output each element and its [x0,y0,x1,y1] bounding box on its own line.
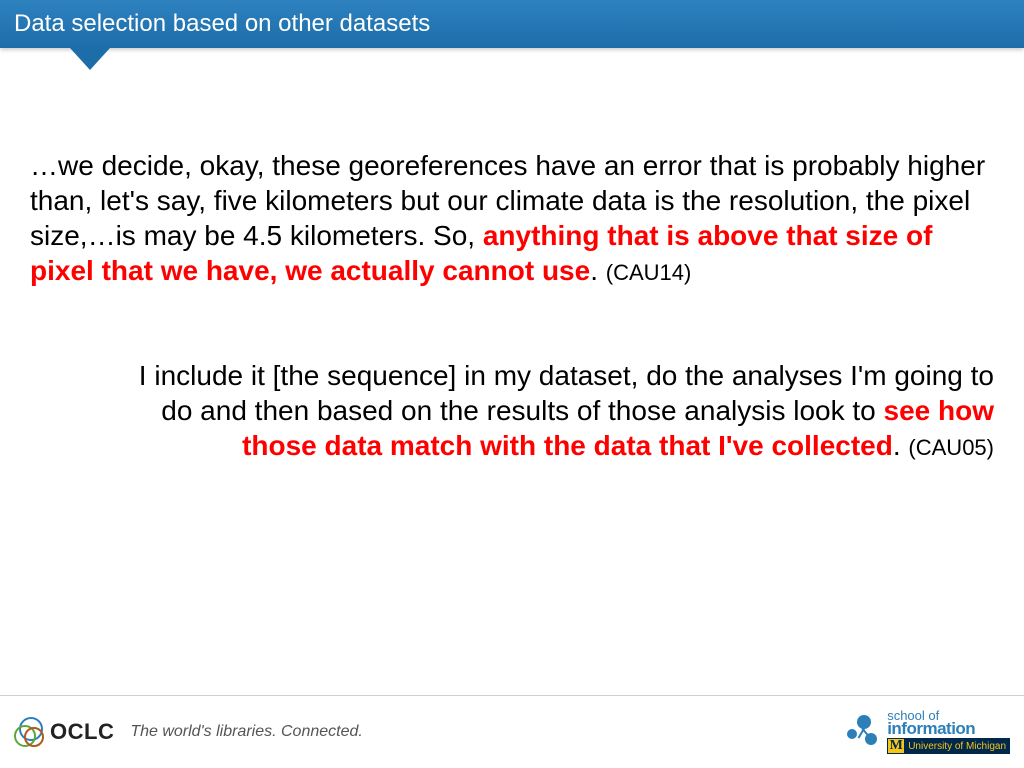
oclc-tagline: The world's libraries. Connected. [130,723,363,741]
header-pointer-icon [70,48,110,70]
quote2-citation: (CAU05) [908,435,994,460]
school-of-information-logo: school of information M University of Mi… [847,710,1010,755]
slide-title: Data selection based on other datasets [0,0,1024,38]
si-nodes-icon [847,715,881,749]
slide-content: …we decide, okay, these georeferences ha… [0,148,1024,463]
quote2-post: . [893,430,909,461]
quote1-post: . [590,255,606,286]
si-text: school of information [887,710,975,737]
footer-right: school of information M University of Mi… [847,710,1010,755]
slide-header: Data selection based on other datasets [0,0,1024,48]
quote2-pre: I include it [the sequence] in my datase… [139,360,994,426]
quote-block-1: …we decide, okay, these georeferences ha… [30,148,994,288]
university-of-michigan-badge: M University of Michigan [887,738,1010,754]
oclc-brand-text: OCLC [50,719,114,745]
footer-left: OCLC The world's libraries. Connected. [14,717,363,747]
si-text-bottom: information [887,721,975,736]
oclc-logo: OCLC [14,717,114,747]
slide-footer: OCLC The world's libraries. Connected. s… [0,695,1024,768]
quote-block-2: I include it [the sequence] in my datase… [30,358,994,463]
quote1-citation: (CAU14) [606,260,692,285]
oclc-rings-icon [14,717,44,747]
michigan-m-icon: M [888,739,904,753]
um-label: University of Michigan [908,741,1006,752]
